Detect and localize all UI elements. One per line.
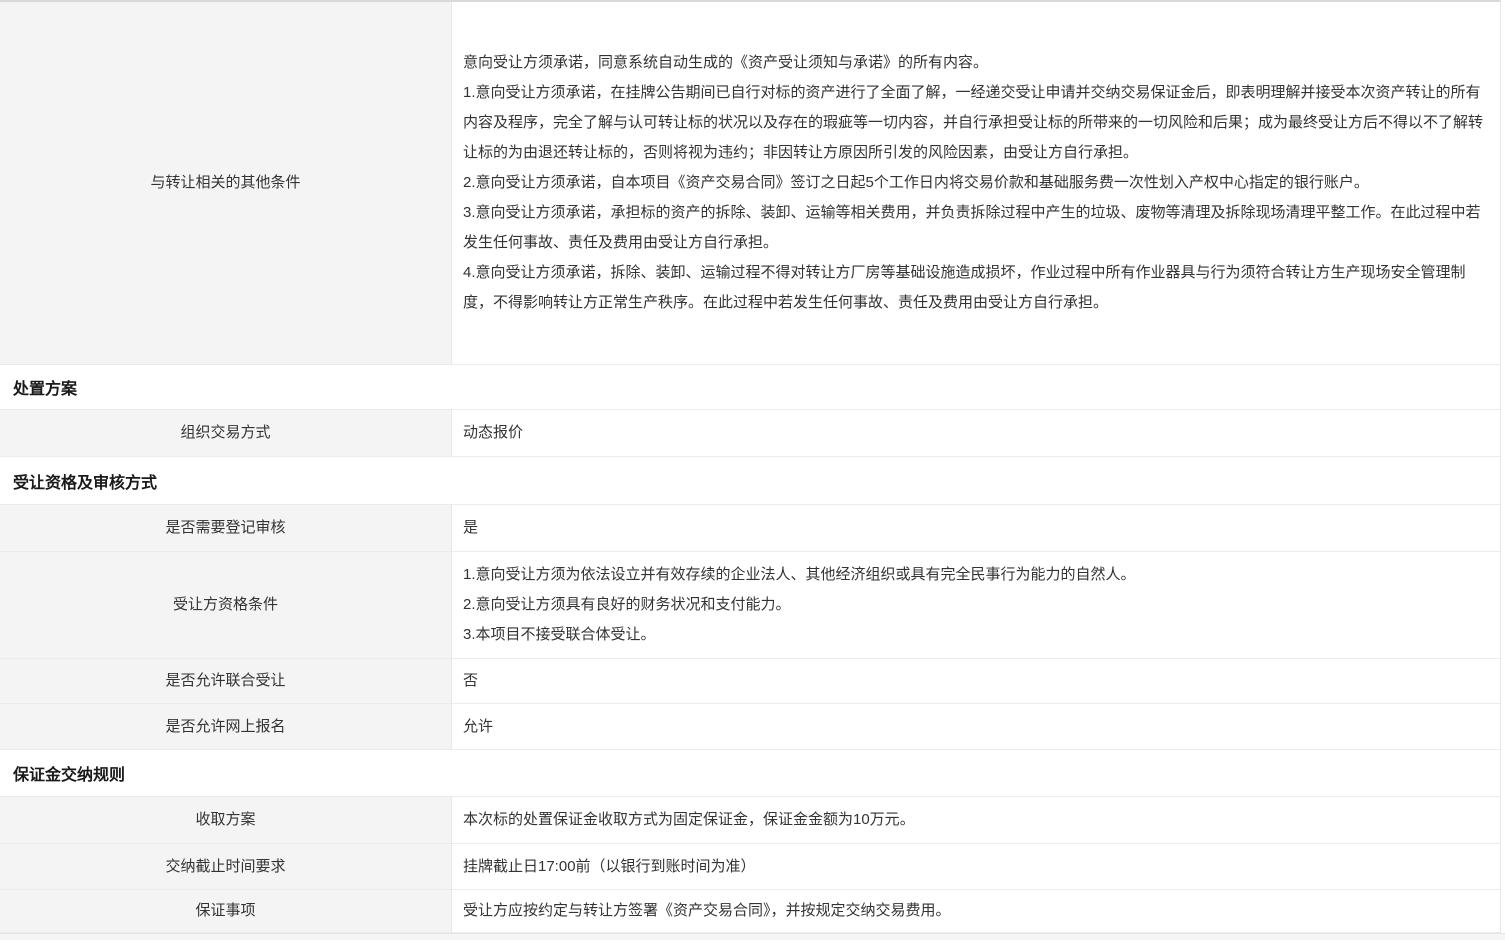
field-value: 受让方应按约定与转让方签署《资产交易合同》，并按规定交纳交易费用。 [452, 890, 1500, 932]
field-value: 否 [452, 659, 1500, 703]
field-label: 组织交易方式 [0, 410, 452, 456]
table-row: 收取方案本次标的处置保证金收取方式为固定保证金，保证金金额为10万元。 [0, 797, 1500, 844]
page-background-strip [0, 933, 1505, 940]
field-value-paragraph: 意向受让方须承诺，同意系统自动生成的《资产受让须知与承诺》的所有内容。 [463, 48, 1486, 78]
table-row: 交纳截止时间要求挂牌截止日17:00前（以银行到账时间为准） [0, 844, 1500, 890]
table-row: 是否需要登记审核是 [0, 505, 1500, 552]
table-row: 组织交易方式动态报价 [0, 410, 1500, 457]
field-label: 交纳截止时间要求 [0, 844, 452, 889]
field-value-paragraph: 1.意向受让方须承诺，在挂牌公告期间已自行对标的资产进行了全面了解，一经递交受让… [463, 78, 1486, 168]
table-row: 与转让相关的其他条件意向受让方须承诺，同意系统自动生成的《资产受让须知与承诺》的… [0, 2, 1500, 365]
field-label: 是否允许网上报名 [0, 704, 452, 749]
field-value-paragraph: 3.本项目不接受联合体受让。 [463, 620, 1486, 650]
field-value-text: 挂牌截止日17:00前（以银行到账时间为准） [463, 852, 1486, 882]
field-value: 1.意向受让方须为依法设立并有效存续的企业法人、其他经济组织或具有完全民事行为能… [452, 552, 1500, 658]
table-row: 是否允许联合受让否 [0, 659, 1500, 704]
field-label: 保证事项 [0, 890, 452, 932]
section-title: 处置方案 [13, 375, 77, 399]
field-value: 本次标的处置保证金收取方式为固定保证金，保证金金额为10万元。 [452, 797, 1500, 843]
field-value-paragraph: 2.意向受让方须承诺，自本项目《资产交易合同》签订之日起5个工作日内将交易价款和… [463, 168, 1486, 198]
field-value-text: 本次标的处置保证金收取方式为固定保证金，保证金金额为10万元。 [463, 805, 1486, 835]
field-value: 挂牌截止日17:00前（以银行到账时间为准） [452, 844, 1500, 889]
field-label: 受让方资格条件 [0, 552, 452, 658]
listing-detail-table: 与转让相关的其他条件意向受让方须承诺，同意系统自动生成的《资产受让须知与承诺》的… [0, 0, 1501, 933]
field-value-paragraph: 2.意向受让方须具有良好的财务状况和支付能力。 [463, 590, 1486, 620]
field-value: 是 [452, 505, 1500, 551]
field-value-paragraph: 4.意向受让方须承诺，拆除、装卸、运输过程不得对转让方厂房等基础设施造成损坏，作… [463, 258, 1486, 318]
field-value-text: 动态报价 [463, 418, 1486, 448]
field-value: 动态报价 [452, 410, 1500, 456]
section-header-row: 受让资格及审核方式 [0, 457, 1500, 505]
section-title: 保证金交纳规则 [13, 761, 125, 785]
listing-detail-page: 与转让相关的其他条件意向受让方须承诺，同意系统自动生成的《资产受让须知与承诺》的… [0, 0, 1505, 940]
table-row: 是否允许网上报名允许 [0, 704, 1500, 750]
field-label: 是否允许联合受让 [0, 659, 452, 703]
field-label: 是否需要登记审核 [0, 505, 452, 551]
field-value-text: 否 [463, 666, 1486, 696]
field-value-text: 允许 [463, 712, 1486, 742]
section-header-row: 处置方案 [0, 365, 1500, 410]
field-value-text: 受让方应按约定与转让方签署《资产交易合同》，并按规定交纳交易费用。 [463, 896, 1486, 926]
table-row: 受让方资格条件 1.意向受让方须为依法设立并有效存续的企业法人、其他经济组织或具有… [0, 552, 1500, 659]
field-value: 允许 [452, 704, 1500, 749]
field-value: 意向受让方须承诺，同意系统自动生成的《资产受让须知与承诺》的所有内容。1.意向受… [452, 2, 1500, 364]
section-title: 受让资格及审核方式 [13, 469, 157, 493]
field-label: 与转让相关的其他条件 [0, 2, 452, 364]
section-header-row: 保证金交纳规则 [0, 750, 1500, 797]
field-value-paragraph: 3.意向受让方须承诺，承担标的资产的拆除、装卸、运输等相关费用，并负责拆除过程中… [463, 198, 1486, 258]
field-value-text: 是 [463, 513, 1486, 543]
field-value-paragraph: 1.意向受让方须为依法设立并有效存续的企业法人、其他经济组织或具有完全民事行为能… [463, 560, 1486, 590]
table-row: 保证事项受让方应按约定与转让方签署《资产交易合同》，并按规定交纳交易费用。 [0, 890, 1500, 933]
field-label: 收取方案 [0, 797, 452, 843]
